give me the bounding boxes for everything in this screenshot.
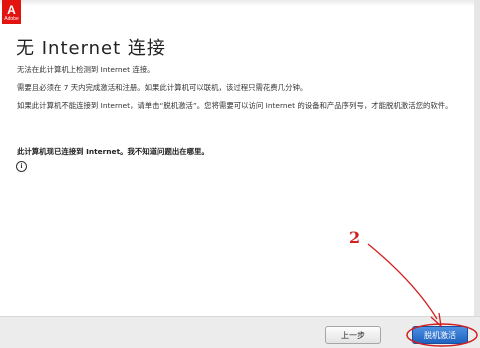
adobe-logo-glyph: A <box>7 3 16 17</box>
page-title: 无 Internet 连接 <box>16 38 166 59</box>
back-button[interactable]: 上一步 <box>325 326 381 344</box>
adobe-logo: A Adobe <box>2 0 21 24</box>
offline-activation-button[interactable]: 脱机激活 <box>412 326 468 344</box>
window-edge <box>474 0 480 316</box>
title-bar <box>0 0 480 6</box>
dialog-footer: 上一步 脱机激活 <box>0 316 480 348</box>
connected-help-link[interactable]: 此计算机现已连接到 Internet。我不知道问题出在哪里。 <box>17 146 459 158</box>
activation-dialog: A Adobe 无 Internet 连接 无法在此计算机上检测到 Intern… <box>0 0 480 348</box>
info-icon[interactable]: i <box>16 161 27 172</box>
adobe-logo-text: Adobe <box>4 16 19 22</box>
activation-deadline-message: 需要且必须在 7 天内完成激活和注册。如果此计算机可以联机，该过程只需花费几分钟… <box>17 83 308 92</box>
annotation-step-number: 2 <box>349 228 361 247</box>
no-connection-message: 无法在此计算机上检测到 Internet 连接。 <box>17 65 155 74</box>
offline-instructions: 如果此计算机不能连接到 Internet，请单击“脱机激活”。您将需要可以访问 … <box>17 101 453 110</box>
